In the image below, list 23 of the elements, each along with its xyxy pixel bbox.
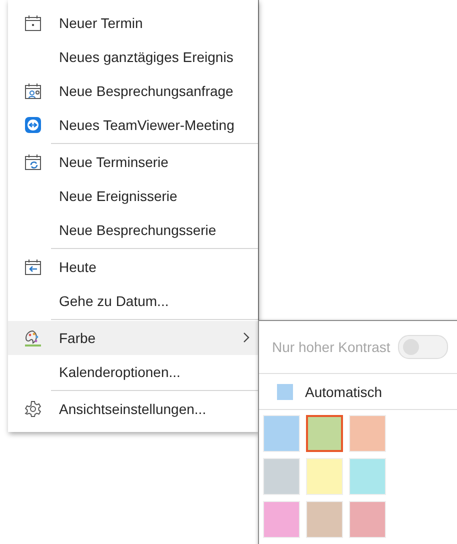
- menu-item[interactable]: Farbe: [8, 321, 258, 355]
- option-label: Nur hoher Kontrast: [272, 339, 390, 355]
- menu-item[interactable]: Ansichtseinstellungen...: [8, 392, 258, 426]
- calendar-today-icon: [24, 258, 42, 276]
- chevron-icon: [243, 332, 250, 343]
- menu-item[interactable]: Neue Besprechungsserie: [8, 213, 258, 247]
- calendar-icon: [24, 14, 42, 32]
- calendar-recurring-icon: [24, 153, 42, 171]
- menu-item[interactable]: Neues TeamViewer-Meeting: [8, 108, 258, 142]
- menu-item[interactable]: Neue Ereignisserie: [8, 179, 258, 213]
- color-swatch[interactable]: [306, 415, 343, 452]
- automatic-color-item[interactable]: Automatisch: [259, 374, 457, 410]
- settings-icon: [24, 400, 42, 418]
- video-app-icon: [24, 116, 42, 134]
- calendar-person-icon: [24, 82, 42, 100]
- menu-item[interactable]: Neue Besprechungsanfrage: [8, 74, 258, 108]
- menu-item[interactable]: Heute: [8, 250, 258, 284]
- menu-item[interactable]: Neue Terminserie: [8, 145, 258, 179]
- palette-icon: [24, 329, 42, 347]
- menu-item[interactable]: Kalenderoptionen...: [8, 355, 258, 389]
- menu-item[interactable]: Gehe zu Datum...: [8, 284, 258, 318]
- menu-item[interactable]: Neues ganztägiges Ereignis: [8, 40, 258, 74]
- menu-item[interactable]: Neuer Termin: [8, 6, 258, 40]
